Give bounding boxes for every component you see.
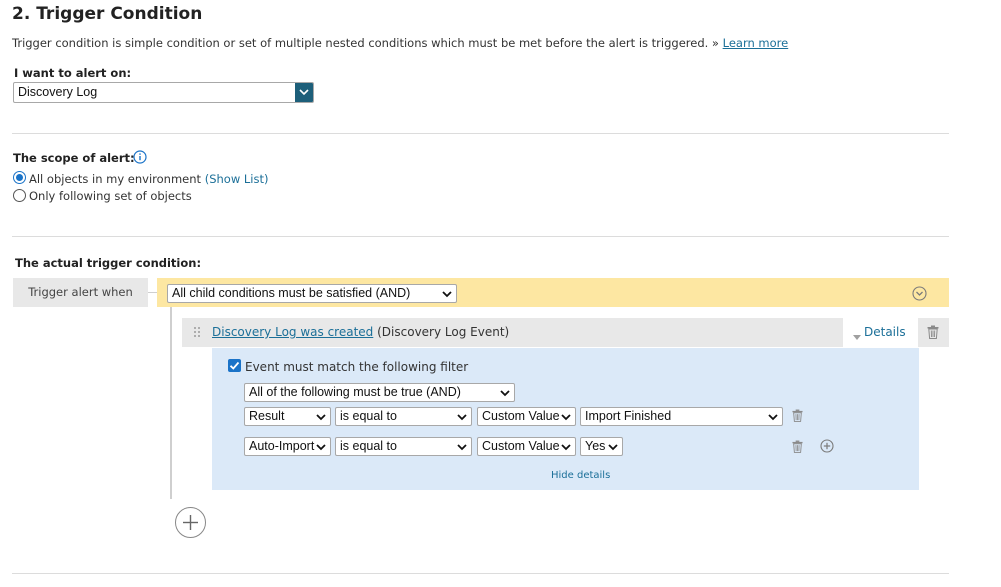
trash-icon[interactable] — [792, 409, 803, 422]
tree-connector — [148, 292, 157, 293]
filter-field-select[interactable]: Auto-Import — [244, 437, 331, 456]
scope-radio-following[interactable] — [13, 189, 26, 202]
chevron-down-icon — [561, 442, 571, 452]
group-condition-select[interactable]: All child conditions must be satisfied (… — [167, 284, 457, 303]
filter-operator-value: is equal to — [340, 439, 397, 453]
show-list-link[interactable]: (Show List) — [205, 172, 269, 186]
filter-value-type-select[interactable]: Custom Value — [477, 437, 576, 456]
filter-value-select[interactable]: Yes — [580, 437, 623, 456]
hide-details-link[interactable]: Hide details — [551, 470, 610, 481]
scope-label: The scope of alert: — [13, 151, 135, 165]
filter-operator-value: is equal to — [340, 409, 397, 423]
condition-title: Discovery Log was created (Discovery Log… — [212, 325, 509, 339]
details-toggle[interactable]: Details — [853, 325, 906, 340]
filter-checkbox[interactable] — [228, 359, 241, 372]
filter-logic-value: All of the following must be true (AND) — [249, 385, 461, 399]
alert-on-select[interactable]: Discovery Log — [13, 82, 314, 103]
divider — [12, 573, 949, 574]
chevron-down-icon — [316, 442, 326, 452]
plus-icon — [183, 515, 198, 530]
trigger-section-label: The actual trigger condition: — [15, 256, 202, 270]
section-description: Trigger condition is simple condition or… — [12, 36, 788, 50]
group-condition-value: All child conditions must be satisfied (… — [172, 286, 411, 300]
chevron-down-icon — [457, 442, 467, 452]
alert-on-label: I want to alert on: — [14, 66, 132, 80]
divider — [12, 133, 949, 134]
chevron-down-icon — [768, 412, 778, 422]
filter-checkbox-label: Event must match the following filter — [245, 360, 469, 374]
scope-option-all: All objects in my environment (Show List… — [29, 172, 268, 186]
filter-field-select[interactable]: Result — [244, 407, 331, 426]
add-filter-row-icon[interactable] — [820, 439, 834, 453]
filter-value-value: Import Finished — [585, 409, 672, 423]
description-text: Trigger condition is simple condition or… — [12, 36, 723, 50]
trigger-when-label: Trigger alert when — [13, 278, 148, 307]
filter-value-type-value: Custom Value — [482, 439, 560, 453]
chevron-down-icon — [457, 412, 467, 422]
filter-logic-select[interactable]: All of the following must be true (AND) — [244, 383, 515, 402]
drag-handle-icon[interactable] — [193, 326, 201, 338]
filter-field-value: Auto-Import — [249, 439, 315, 453]
info-icon[interactable] — [133, 150, 147, 164]
checkmark-icon — [229, 361, 240, 370]
trash-icon[interactable] — [927, 325, 939, 339]
filter-value-type-select[interactable]: Custom Value — [477, 407, 576, 426]
filter-field-value: Result — [249, 409, 285, 423]
chevron-down-icon — [608, 442, 618, 452]
filter-value-select[interactable]: Import Finished — [580, 407, 783, 426]
add-condition-button[interactable] — [175, 507, 206, 538]
filter-value-type-value: Custom Value — [482, 409, 560, 423]
chevron-down-icon — [295, 83, 313, 102]
chevron-down-icon — [316, 412, 326, 422]
tree-line — [170, 307, 172, 499]
chevron-down-icon — [500, 388, 510, 398]
learn-more-link[interactable]: Learn more — [723, 36, 789, 50]
condition-link[interactable]: Discovery Log was created — [212, 325, 373, 339]
scope-option-all-label: All objects in my environment — [29, 172, 202, 186]
chevron-down-icon — [561, 412, 571, 422]
section-title: 2. Trigger Condition — [12, 4, 203, 24]
condition-type: (Discovery Log Event) — [377, 325, 510, 339]
details-label: Details — [864, 325, 906, 339]
collapse-circle-icon[interactable] — [912, 286, 927, 301]
filter-value-value: Yes — [585, 439, 606, 453]
scope-option-following-label: Only following set of objects — [29, 189, 192, 203]
filter-operator-select[interactable]: is equal to — [335, 407, 472, 426]
alert-on-value: Discovery Log — [18, 85, 98, 99]
chevron-down-icon — [442, 289, 452, 299]
scope-radio-all[interactable] — [13, 171, 26, 184]
filter-operator-select[interactable]: is equal to — [335, 437, 472, 456]
divider — [12, 236, 949, 237]
caret-down-icon — [853, 330, 861, 340]
trash-icon[interactable] — [792, 440, 803, 453]
